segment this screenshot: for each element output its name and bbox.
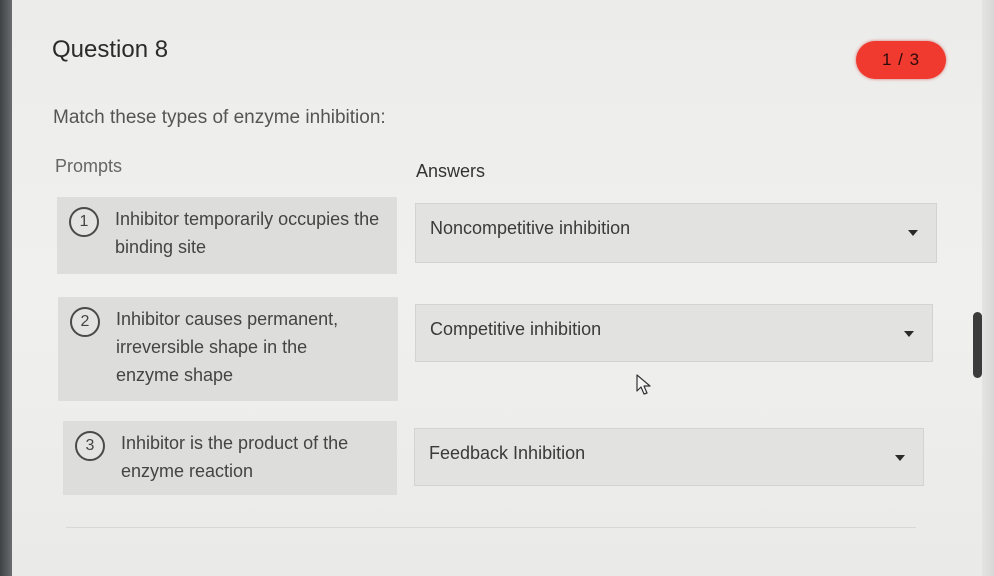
prompt-item-1: 1 Inhibitor temporarily occupies the bin… [57, 197, 397, 274]
scroll-track [982, 0, 994, 576]
prompt-text: Inhibitor causes permanent, irreversible… [116, 309, 339, 385]
answer-select-1[interactable]: Noncompetitive inhibition [415, 203, 937, 263]
divider [66, 527, 916, 528]
chevron-down-icon[interactable] [908, 230, 918, 236]
chevron-down-icon[interactable] [895, 455, 905, 461]
answer-selected-value: Competitive inhibition [430, 319, 602, 339]
answer-selected-value: Noncompetitive inhibition [430, 218, 631, 238]
mouse-cursor-icon [636, 374, 652, 401]
prompts-header: Prompts [55, 156, 123, 176]
question-instruction: Match these types of enzyme inhibition: [53, 107, 386, 128]
prompt-number-badge: 2 [70, 307, 100, 337]
scrollbar-thumb[interactable] [973, 312, 982, 378]
prompt-item-2: 2 Inhibitor causes permanent, irreversib… [58, 297, 398, 401]
question-title: Question 8 [52, 36, 169, 63]
chevron-down-icon[interactable] [904, 331, 914, 337]
prompt-text: Inhibitor temporarily occupies the bindi… [115, 209, 380, 257]
answer-select-3[interactable]: Feedback Inhibition [414, 428, 924, 486]
answer-selected-value: Feedback Inhibition [429, 443, 586, 463]
answers-header: Answers [416, 161, 486, 181]
prompt-number-badge: 1 [69, 207, 99, 237]
prompt-text: Inhibitor is the product of the enzyme r… [121, 433, 349, 481]
left-bezel [0, 0, 12, 576]
progress-badge: 1 / 3 [856, 41, 946, 79]
prompt-number-badge: 3 [75, 431, 105, 461]
answer-select-2[interactable]: Competitive inhibition [415, 304, 933, 362]
prompt-item-3: 3 Inhibitor is the product of the enzyme… [63, 421, 397, 495]
